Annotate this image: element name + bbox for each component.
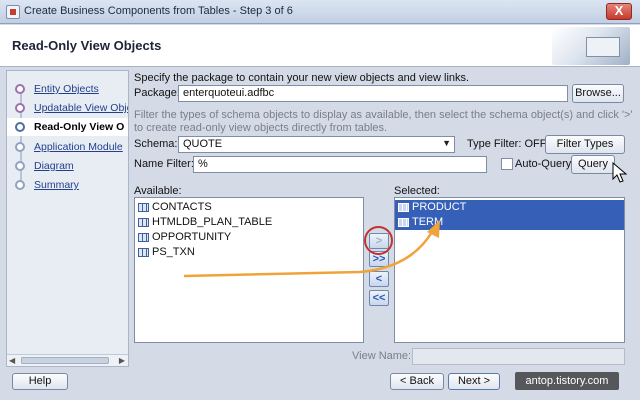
annotation-arrow <box>183 220 440 278</box>
view-name-input[interactable] <box>412 348 625 365</box>
back-button[interactable]: < Back <box>390 373 444 390</box>
help-button[interactable]: Help <box>12 373 68 390</box>
mouse-cursor-icon <box>612 162 628 183</box>
view-name-label: View Name: <box>352 350 412 362</box>
next-button[interactable]: Next > <box>448 373 500 390</box>
watermark: antop.tistory.com <box>515 372 619 390</box>
